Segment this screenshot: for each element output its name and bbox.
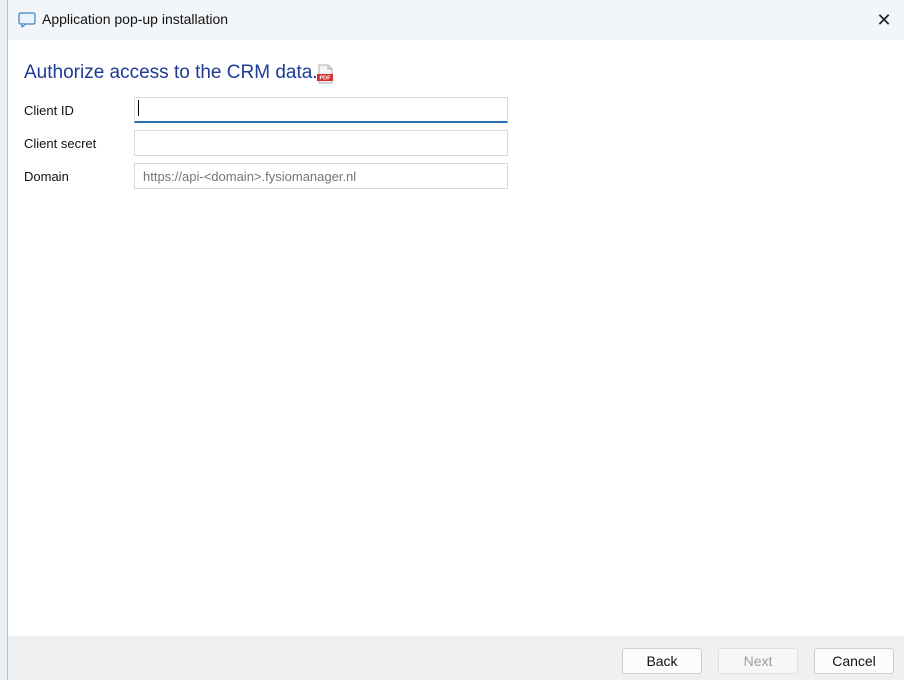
client-id-input[interactable] <box>134 97 508 123</box>
page-heading: Authorize access to the CRM data. <box>24 62 318 83</box>
next-button[interactable]: Next <box>718 648 798 674</box>
client-id-label: Client ID <box>24 103 74 118</box>
pdf-document-icon[interactable]: PDF <box>315 64 335 84</box>
button-bar: Back Next Cancel <box>8 636 904 680</box>
installation-dialog: Application pop-up installation ✕ Author… <box>8 0 904 680</box>
domain-label: Domain <box>24 169 69 184</box>
text-caret <box>138 100 139 116</box>
cancel-button[interactable]: Cancel <box>814 648 894 674</box>
title-bar: Application pop-up installation ✕ <box>8 0 904 40</box>
background-window-edge <box>0 0 8 680</box>
close-button[interactable]: ✕ <box>864 0 904 40</box>
svg-text:PDF: PDF <box>320 76 332 82</box>
client-secret-label: Client secret <box>24 136 97 151</box>
chat-window-icon <box>18 12 36 28</box>
client-secret-input[interactable] <box>134 130 508 156</box>
back-button[interactable]: Back <box>622 648 702 674</box>
window-title: Application pop-up installation <box>42 11 229 27</box>
domain-input[interactable] <box>134 163 508 189</box>
